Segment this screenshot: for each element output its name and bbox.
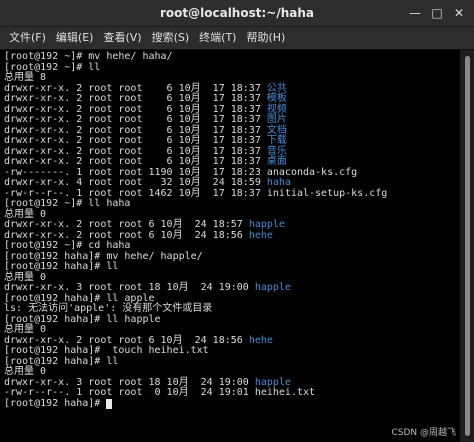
menu-view[interactable]: 查看(V): [98, 27, 146, 49]
terminal-text: drwxr-xr-x. 2 root root 6 10月 17 18:37: [4, 93, 267, 104]
terminal-text: 总用量 0: [4, 366, 47, 377]
menu-help[interactable]: 帮助(H): [241, 27, 290, 49]
terminal-text: [root@192 haha]# ll apple: [4, 292, 155, 304]
scrollbar[interactable]: [460, 50, 474, 442]
terminal-text: [root@192 haha]# touch heihei.txt: [4, 345, 209, 356]
terminal-text: [root@192 haha]# ll: [4, 355, 119, 367]
directory-name: 文档: [266, 124, 287, 136]
terminal-window: root@localhost:~/haha — □ ✕ 文件(F) 编辑(E) …: [0, 0, 474, 442]
terminal-text: [root@192 ~]# mv hehe/ haha/: [4, 51, 173, 62]
menu-bar: 文件(F) 编辑(E) 查看(V) 搜索(S) 终端(T) 帮助(H): [0, 27, 474, 50]
terminal-text: drwxr-xr-x. 2 root root 6 10月 17 18:37: [4, 82, 267, 94]
terminal-text: drwxr-xr-x. 2 root root 6 10月 17 18:37: [4, 156, 267, 167]
terminal-text: [root@192 ~]# ll: [4, 61, 101, 73]
terminal-text: drwxr-xr-x. 3 root root 18 10月 24 19:00: [4, 282, 255, 293]
terminal-text: [root@192 ~]# cd haha: [4, 240, 131, 251]
directory-name: 视频: [266, 103, 287, 115]
terminal-line: [root@192 haha]# ll: [4, 261, 456, 273]
terminal-text: -rw-r--r--. 1 root root 1462 10月 17 18:3…: [4, 187, 388, 199]
terminal-text: drwxr-xr-x. 2 root root 6 10月 17 18:37: [4, 145, 267, 157]
terminal-output[interactable]: [root@192 ~]# mv hehe/ haha/[root@192 ~]…: [0, 50, 460, 442]
terminal-text: drwxr-xr-x. 4 root root 32 10月 24 18:59: [4, 177, 267, 188]
terminal-line: [root@192 haha]# ll: [4, 355, 456, 368]
directory-name: 桌面: [266, 156, 287, 167]
scrollbar-thumb[interactable]: [465, 56, 470, 436]
terminal-text: [root@192 haha]#: [4, 397, 107, 409]
terminal-text: drwxr-xr-x. 3 root root 18 10月 24 19:00: [4, 376, 255, 388]
directory-name: hehe: [248, 229, 273, 241]
terminal-text: [root@192 haha]# ll: [4, 261, 119, 272]
terminal-line: [root@192 haha]#: [4, 397, 456, 410]
terminal-text: 总用量 0: [4, 208, 47, 220]
window-controls: — □ ✕: [406, 4, 468, 22]
terminal-text: [root@192 haha]# ll happle: [4, 313, 161, 325]
close-button[interactable]: ✕: [450, 4, 468, 22]
directory-name: 模板: [266, 93, 287, 104]
menu-edit[interactable]: 编辑(E): [51, 27, 99, 49]
terminal-line: [root@192 haha]# ll happle: [4, 313, 456, 326]
directory-name: 公共: [266, 82, 287, 94]
terminal-text: drwxr-xr-x. 2 root root 6 10月 24 18:57: [4, 219, 249, 230]
menu-file[interactable]: 文件(F): [4, 27, 51, 49]
watermark: CSDN @周越飞: [391, 428, 456, 438]
menu-terminal[interactable]: 终端(T): [194, 27, 241, 49]
directory-name: happle: [248, 219, 285, 230]
terminal-text: 总用量 0: [4, 324, 47, 335]
directory-name: happle: [254, 376, 291, 388]
terminal-text: 总用量 0: [4, 271, 47, 283]
terminal-text: drwxr-xr-x. 2 root root 6 10月 17 18:37: [4, 114, 267, 125]
directory-name: haha: [266, 177, 291, 188]
terminal-text: ls: 无法访问'apple': 没有那个文件或目录: [4, 303, 213, 314]
minimize-button[interactable]: —: [406, 4, 424, 22]
directory-name: 图片: [266, 114, 287, 125]
menu-search[interactable]: 搜索(S): [147, 27, 195, 49]
terminal-text: [root@192 haha]# mv hehe/ happle/: [4, 250, 203, 262]
terminal-text: drwxr-xr-x. 2 root root 6 10月 24 18:56: [4, 229, 249, 241]
maximize-button[interactable]: □: [428, 4, 446, 22]
terminal-line: [root@192 ~]# ll haha: [4, 198, 456, 210]
directory-name: 音乐: [266, 145, 287, 157]
terminal-text: drwxr-xr-x. 2 root root 6 10月 17 18:37: [4, 135, 267, 146]
terminal-text: drwxr-xr-x. 2 root root 6 10月 17 18:37: [4, 124, 267, 136]
terminal-text: [root@192 ~]# ll haha: [4, 198, 131, 209]
terminal-text: drwxr-xr-x. 2 root root 6 10月 17 18:37: [4, 103, 267, 115]
terminal-text: -rw-r--r--. 1 root root 0 10月 24 19:01 h…: [4, 387, 316, 398]
terminal-text: drwxr-xr-x. 2 root root 6 10月 24 18:56: [4, 334, 249, 346]
terminal-text: -rw-------. 1 root root 1190 10月 17 18:2…: [4, 166, 358, 178]
directory-name: happle: [254, 282, 291, 293]
directory-name: 下载: [266, 135, 287, 146]
terminal-cursor: [106, 398, 113, 409]
directory-name: hehe: [248, 334, 273, 346]
terminal-text: 总用量 8: [4, 72, 47, 83]
terminal-line: [root@192 ~]# ll: [4, 61, 456, 74]
window-title: root@localhost:~/haha: [159, 6, 314, 20]
title-bar[interactable]: root@localhost:~/haha — □ ✕: [0, 0, 474, 27]
